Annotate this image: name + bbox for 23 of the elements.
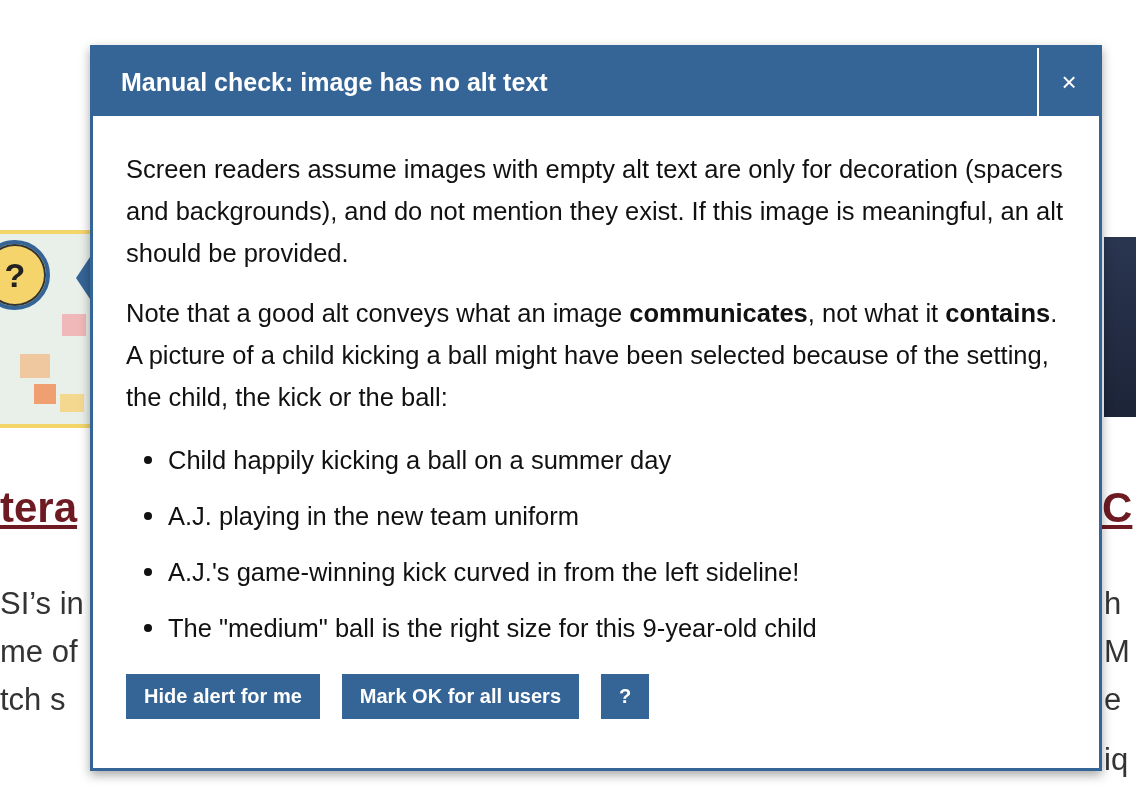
heading-link[interactable]: C (1102, 484, 1133, 532)
paragraph: Screen readers assume images with empty alt text are only for decoration (spacers and backgrounds), and do not mention they exist. If this image is meaningful, an alt should be provided. (126, 154, 1064, 269)
body-text: M (1104, 633, 1130, 671)
body-text: iq (1104, 741, 1130, 779)
body-text: tch s (0, 681, 67, 719)
list-item: The "medium" ball is the right size for this 9-year-old child (168, 613, 817, 643)
bullet-icon (144, 624, 152, 632)
dialog-title: Manual check: image has no alt text (120, 66, 549, 98)
list-item: Child happily kicking a ball on a summer day (168, 445, 672, 475)
bullet-icon (144, 568, 152, 576)
action-button[interactable]: Mark OK for all users (341, 674, 579, 719)
action-button[interactable]: Hide alert for me (126, 674, 320, 719)
body-text: e (1104, 681, 1123, 719)
body-text: me of (0, 633, 79, 671)
body-text: SI’s in (0, 585, 84, 623)
list-item: A.J. playing in the new team uniform (168, 501, 580, 531)
paragraph: Note that a good alt conveys what an image communicates, not what it contains. A picture of a child kicking a ball might have been selected because of the setting, the child, the kick or the ball: (126, 298, 1059, 413)
body-text: h (1104, 585, 1123, 623)
list-item: A.J.'s game-winning kick curved in from the left sideline! (168, 557, 800, 587)
heading-link[interactable]: tera (0, 484, 78, 532)
action-button[interactable]: ? (601, 674, 650, 719)
bullet-icon (144, 456, 152, 464)
bullet-icon (144, 512, 152, 520)
